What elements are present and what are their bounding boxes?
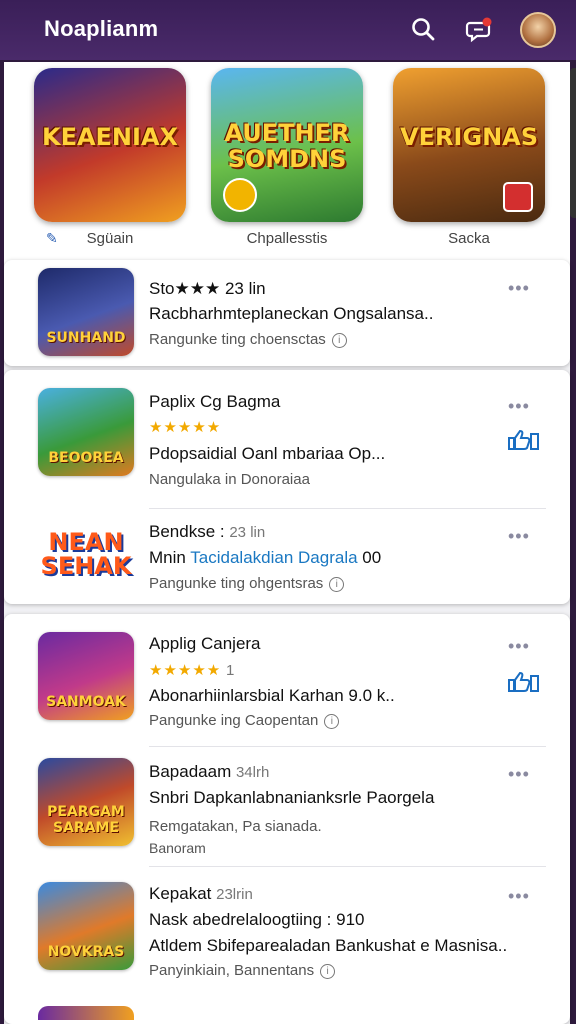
app-thumbnail: NEAN SEHAK [38,510,134,598]
item-description: Racbharhmteplaneckan Ongsalansa.. [149,304,434,323]
more-options-icon[interactable]: ••• [508,764,530,785]
featured-caption: Sgüain [86,230,134,247]
thumbnail-label: NOVKRAS [47,944,125,960]
app-thumbnail: BEOOREA [38,388,134,476]
item-subtext: Panyinkiain, Bannentans [149,962,315,979]
search-icon [412,18,435,41]
top-app-bar: Noaplianm [0,0,576,60]
item-meta: 1 [225,662,235,679]
more-options-icon[interactable]: ••• [508,636,530,657]
app-window: Noaplianm KEAENIAX ✎ Sgüain AUETHER SOMD… [0,0,576,1024]
featured-caption: Sacka [448,230,490,247]
info-icon[interactable]: i [329,577,345,592]
app-list-card: SUNHAND Sto★★★ 23 lin Racbharhmteplaneck… [4,260,570,366]
featured-card-title: VERIGNAS [399,123,539,151]
item-description: Snbri Dapkanlabnanianksrle Paorgela [149,788,435,807]
profile-avatar[interactable] [520,12,556,48]
search-button[interactable] [406,12,440,46]
next-item-peek [38,1006,134,1020]
item-meta: Sto★★★ 23 lin [149,279,266,298]
item-title: Bapadaam [149,762,232,781]
more-options-icon[interactable]: ••• [508,278,530,299]
thumbnail-label: PEARGAM SARAME [47,804,125,836]
featured-caption: Chpallesstis [246,230,328,247]
app-thumbnail: PEARGAM SARAME [38,758,134,846]
item-subtext: Nangulaka in Donoraiaa [149,471,310,488]
item-subtext: Remgatakan, Pa sianada. [149,818,322,835]
item-meta: 34lrh [235,764,270,781]
item-description-link[interactable]: Tacidalakdian Dagrala [190,548,357,567]
thumbnail-label: SUNHAND [46,330,126,346]
item-subtext: Pangunke ing Caopentan [149,712,319,729]
item-description: Pdopsaidial Oanl mbariaa Op... [149,444,386,463]
item-title: Applig Canjera [149,634,261,653]
info-icon[interactable]: i [324,714,340,729]
list-item[interactable]: SUNHAND Sto★★★ 23 lin Racbharhmteplaneck… [4,260,570,366]
app-thumbnail: SANMOAK [38,632,134,720]
divider [149,746,546,747]
divider [149,508,546,509]
item-subtext-secondary: Banoram [149,840,206,856]
app-list-card: BEOOREA Paplix Cg Bagma ★★★★★ Pdopsaidia… [4,370,570,604]
thumbs-up-icon[interactable] [506,670,540,694]
item-description-suffix: 00 [362,548,382,567]
item-description: Nask abedrelaloogtiing : 910 [149,910,365,929]
info-icon[interactable]: i [331,333,347,348]
gift-icon [503,182,533,212]
featured-card-title: KEAENIAX [41,123,179,151]
thumbnail-label: NEAN SEHAK [40,528,132,580]
item-meta: 23 lin [229,524,266,541]
app-thumbnail: SUNHAND [38,268,134,356]
message-alert-icon [465,17,492,43]
featured-card[interactable]: KEAENIAX [34,68,186,222]
item-title: Paplix Cg Bagma [149,392,281,411]
app-list-card: SANMOAK Applig Canjera ★★★★★ 1 Abonarhii… [4,614,570,1024]
notifications-button[interactable] [462,12,496,46]
item-description-secondary: Atldem Sbifeparealadan Bankushat e Masni… [149,936,508,955]
app-title: Noaplianm [44,16,159,41]
item-meta: 23lrin [216,886,253,903]
item-subtext: Rangunke ting choensctas [149,331,326,348]
app-thumbnail: NOVKRAS [38,882,134,970]
featured-carousel: KEAENIAX ✎ Sgüain AUETHER SOMDNS Chpalle… [4,62,576,268]
item-title: Bendkse : [149,522,225,541]
list-item[interactable]: NEAN SEHAK Bendkse : 23 lin Mnin Tacidal… [4,510,570,604]
list-item[interactable]: SANMOAK Applig Canjera ★★★★★ 1 Abonarhii… [4,614,570,736]
featured-card-title: AUETHER SOMDNS [224,119,350,173]
info-icon[interactable]: i [320,964,336,979]
thumbnail-label: SANMOAK [46,694,126,710]
thumbnail-label: BEOOREA [48,450,124,466]
thumbs-up-icon[interactable] [506,428,540,452]
more-options-icon[interactable]: ••• [508,526,530,547]
rating-stars: ★★★★★ [149,419,222,436]
more-options-icon[interactable]: ••• [508,886,530,907]
badge-icon [223,178,257,212]
item-description-prefix: Mnin [149,548,186,567]
list-item[interactable]: PEARGAM SARAME Bapadaam 34lrh Snbri Dapk… [4,748,570,866]
next-card-peek [570,68,576,218]
content-area: KEAENIAX ✎ Sgüain AUETHER SOMDNS Chpalle… [4,62,576,1024]
item-description: Abonarhiinlarsbial Karhan 9.0 k.. [149,686,395,705]
featured-card[interactable]: VERIGNAS [393,68,545,222]
item-title: Kepakat [149,884,212,903]
list-item[interactable]: BEOOREA Paplix Cg Bagma ★★★★★ Pdopsaidia… [4,370,570,488]
item-subtext: Pangunke ting ohgentsras [149,575,324,592]
more-options-icon[interactable]: ••• [508,396,530,417]
rating-stars: ★★★★★ [149,662,222,679]
list-item[interactable]: NOVKRAS Kepakat 23lrin Nask abedrelaloog… [4,870,570,994]
divider [149,866,546,867]
featured-card[interactable]: AUETHER SOMDNS [211,68,363,222]
